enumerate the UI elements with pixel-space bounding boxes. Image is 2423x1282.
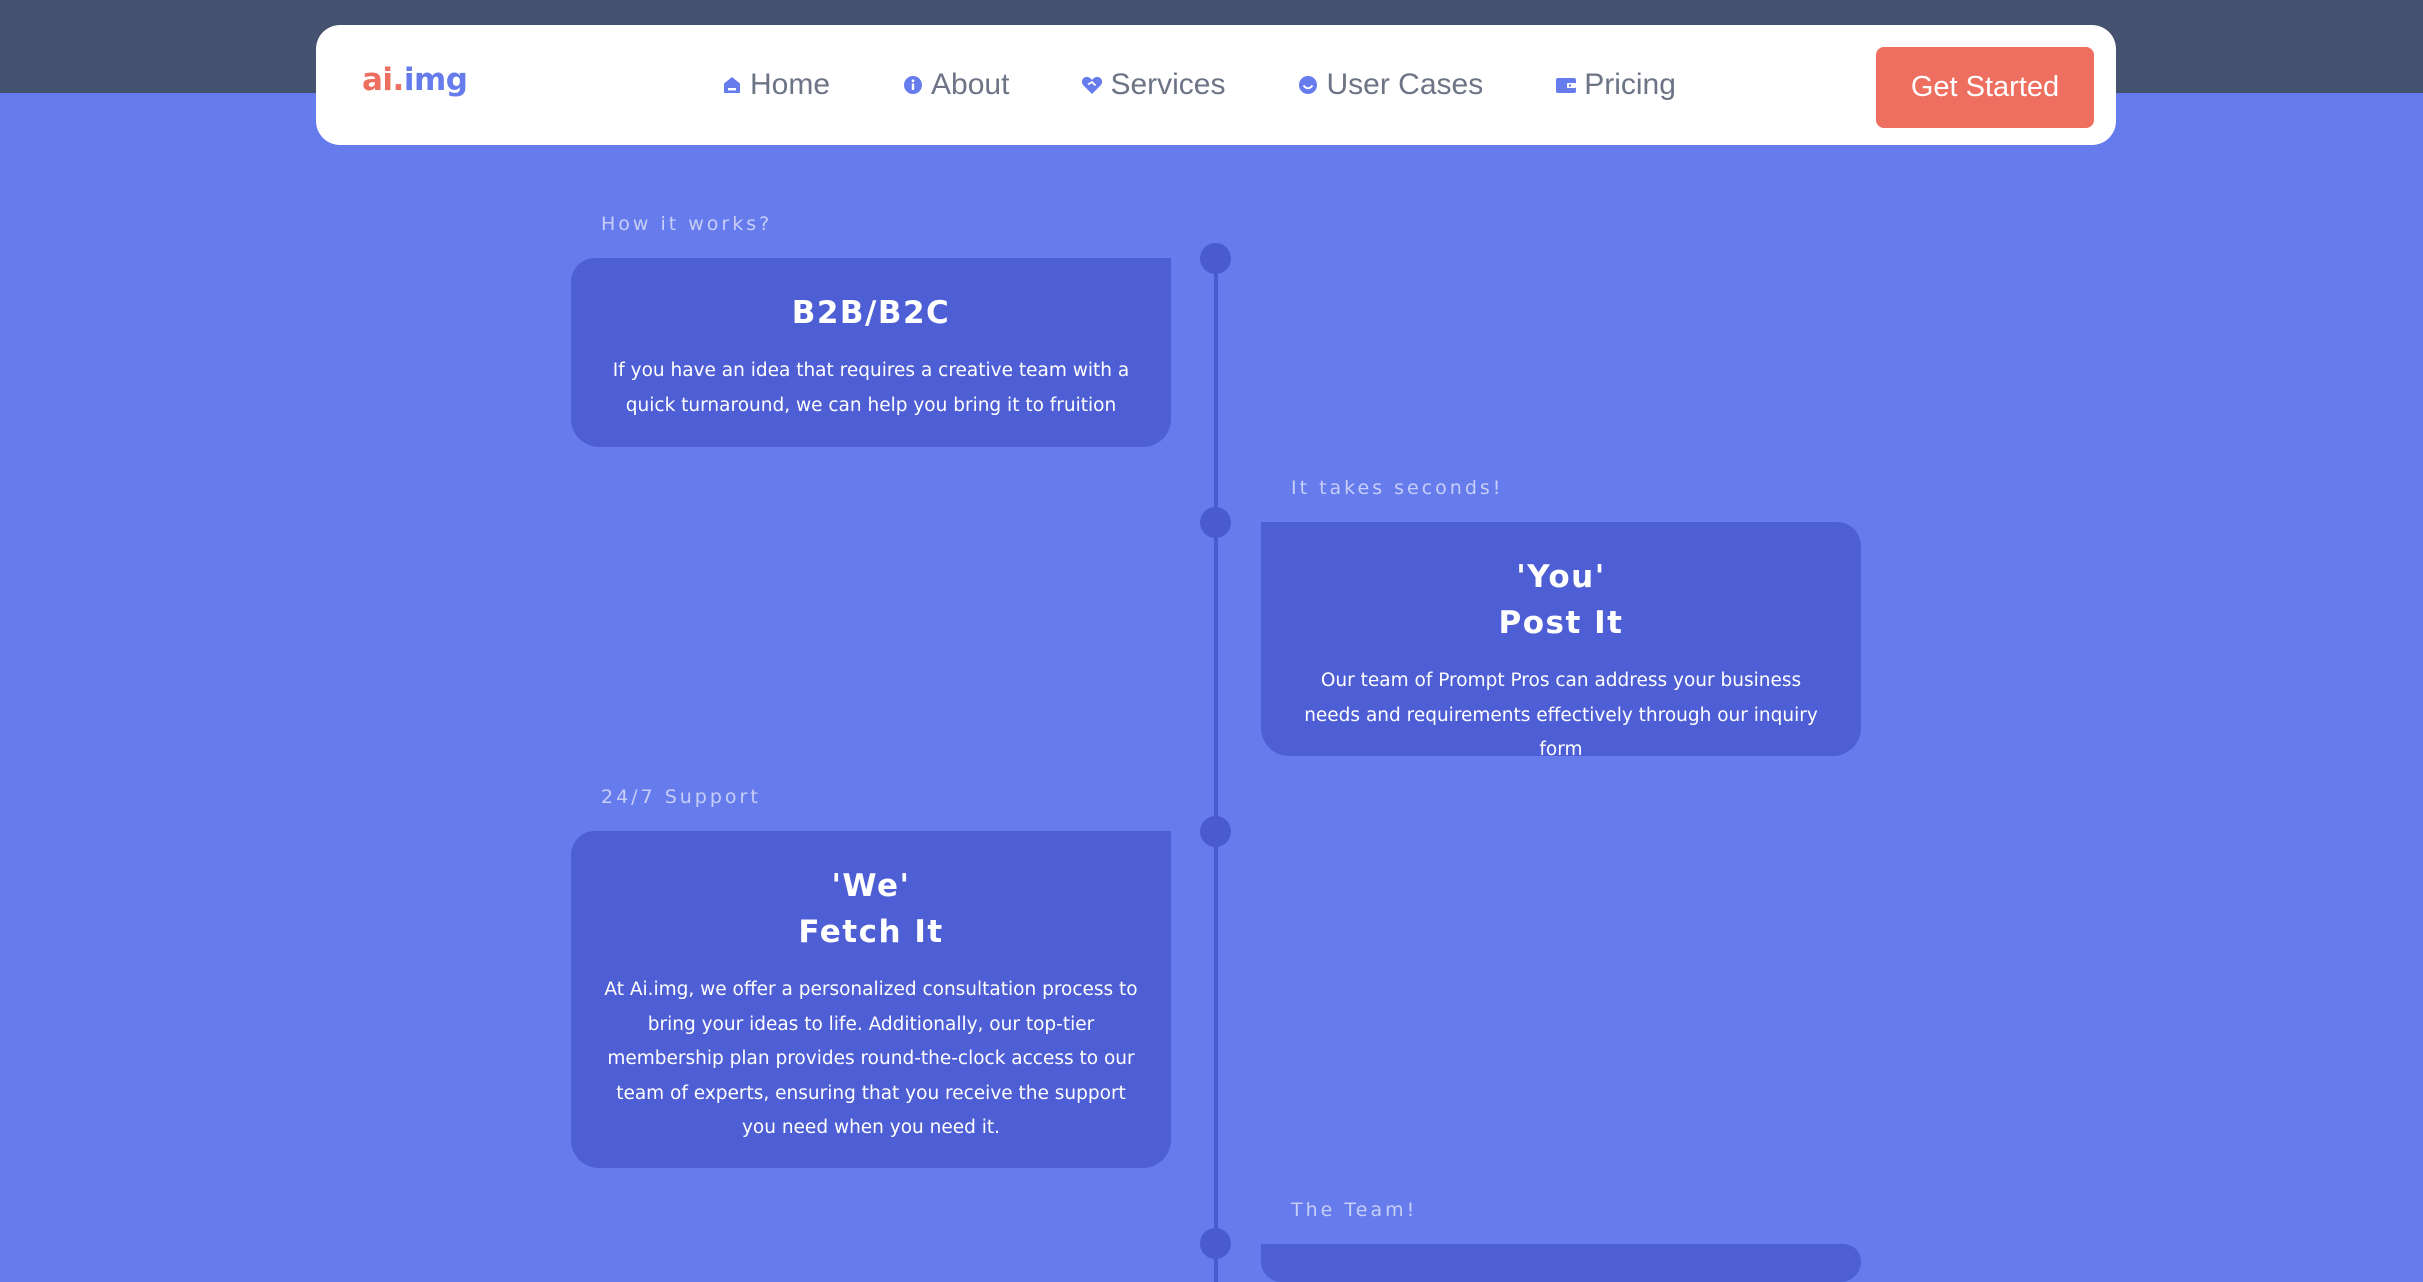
nav-item-home[interactable]: Home: [721, 68, 830, 102]
timeline-card: 'We' Fetch It At Ai.img, we offer a pers…: [571, 831, 1171, 1168]
nav-item-pricing-label: Pricing: [1584, 68, 1676, 101]
logo-part-ai: ai: [362, 62, 393, 98]
wallet-icon: [1555, 74, 1577, 96]
card-title: Fetch It: [798, 914, 944, 950]
heart-handshake-icon: [1081, 74, 1103, 96]
card-description: If you have an idea that requires a crea…: [612, 360, 1130, 416]
home-icon: [721, 74, 743, 96]
card-description: Our team of Prompt Pros can address your…: [1304, 670, 1818, 760]
nav-item-pricing[interactable]: Pricing: [1555, 68, 1676, 102]
nav-item-user-cases-label: User Cases: [1326, 68, 1484, 101]
brand-logo[interactable]: ai.img: [362, 62, 468, 98]
timeline-dot: [1200, 243, 1231, 274]
info-icon: [902, 74, 924, 96]
navbar: ai.img Home About Services User Cases Pr…: [316, 25, 2116, 145]
card-description: At Ai.img, we offer a personalized consu…: [604, 979, 1138, 1138]
nav-item-about[interactable]: About: [902, 68, 1009, 102]
step-label: It takes seconds!: [1291, 477, 1504, 499]
nav-item-about-label: About: [931, 68, 1010, 101]
card-title: 'You': [1516, 559, 1606, 595]
logo-part-img: img: [403, 62, 468, 98]
nav-item-services-label: Services: [1110, 68, 1226, 101]
timeline-dot: [1200, 816, 1231, 847]
nav-item-services[interactable]: Services: [1081, 68, 1225, 102]
get-started-button[interactable]: Get Started: [1876, 47, 2094, 128]
card-title: B2B/B2C: [791, 295, 951, 331]
smile-icon: [1297, 74, 1319, 96]
timeline-dot: [1200, 507, 1231, 538]
step-label: How it works?: [601, 213, 773, 235]
timeline-dot: [1200, 1228, 1231, 1259]
step-label: The Team!: [1291, 1199, 1418, 1221]
nav-item-user-cases[interactable]: User Cases: [1297, 68, 1483, 102]
step-label: 24/7 Support: [601, 786, 761, 808]
timeline-card: 'You' Post It Our team of Prompt Pros ca…: [1261, 522, 1861, 760]
logo-dot: .: [392, 62, 405, 98]
timeline-card: B2B/B2C If you have an idea that require…: [571, 258, 1171, 447]
card-title: Post It: [1498, 605, 1624, 641]
nav-item-home-label: Home: [750, 68, 831, 101]
timeline-card: [1261, 1244, 1861, 1282]
card-title: 'We': [831, 868, 911, 904]
timeline-line: [1214, 258, 1218, 1282]
nav-links: Home About Services User Cases Pricing: [721, 25, 1676, 145]
